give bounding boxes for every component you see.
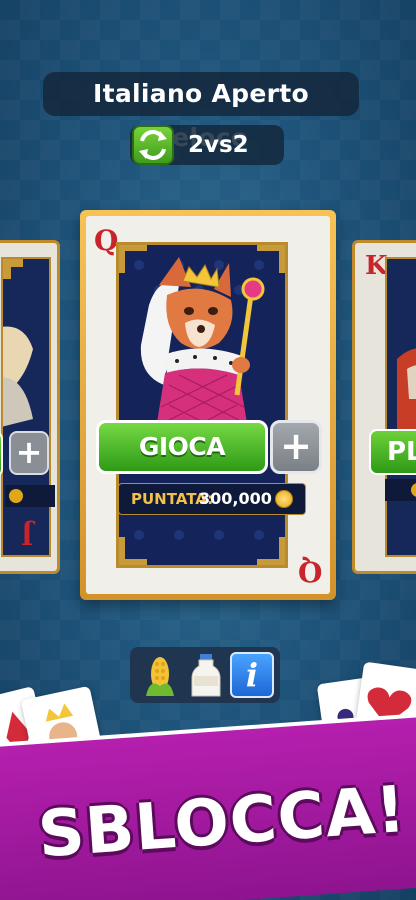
right-card[interactable]: K PLA <box>352 240 416 574</box>
game-mode-title: Italiano Aperto Veloce <box>43 72 359 152</box>
play-now-button[interactable]: GIOCA SUBITO <box>96 420 268 509</box>
queen-card[interactable]: Q Q <box>80 210 336 600</box>
coin-icon <box>411 483 416 497</box>
left-card-bet-bar <box>5 485 55 507</box>
left-card-rank: J <box>21 519 34 549</box>
card-face: Q Q <box>86 216 330 594</box>
coin-icon <box>275 490 293 508</box>
right-card-play-button[interactable]: PLA <box>369 429 416 475</box>
card-rank-top: Q <box>94 224 119 257</box>
swap-icon[interactable] <box>132 125 174 165</box>
coin-icon <box>9 489 23 503</box>
card-art-frame <box>116 242 288 568</box>
left-card[interactable]: + J <box>0 240 60 574</box>
right-card-art <box>385 257 416 557</box>
mode-selector[interactable]: 2vs2 <box>130 125 284 165</box>
corn-icon[interactable] <box>138 652 182 698</box>
boosters-tray: i <box>130 647 280 703</box>
bet-bar: PUNTATA: 300,000 <box>118 483 306 515</box>
right-card-bet-bar <box>385 479 416 501</box>
mode-label: 2vs2 <box>188 132 249 158</box>
bet-value: 300,000 <box>199 489 272 508</box>
left-card-play-button[interactable] <box>0 431 3 477</box>
left-card-art <box>0 257 51 557</box>
info-icon[interactable]: i <box>230 652 274 698</box>
add-button[interactable]: + <box>270 420 322 474</box>
info-label: i <box>245 656 259 694</box>
milk-bottle-icon[interactable] <box>184 652 228 698</box>
left-card-plus-button[interactable]: + <box>9 431 49 475</box>
card-rank-bottom: Q <box>297 555 322 588</box>
